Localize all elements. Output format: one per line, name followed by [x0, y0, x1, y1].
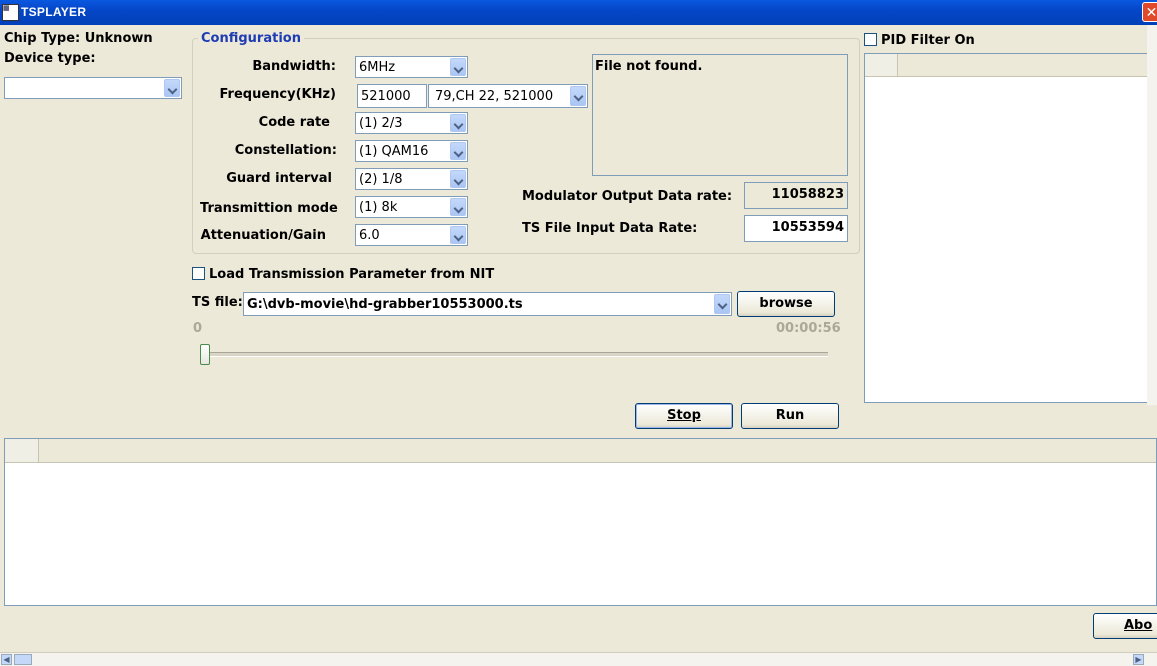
- device-type-select[interactable]: [4, 77, 182, 99]
- close-button[interactable]: ✕: [1142, 2, 1157, 22]
- bandwidth-select[interactable]: 6MHz: [355, 56, 468, 78]
- constellation-label: Constellation:: [234, 143, 337, 158]
- ts-file-value: G:\dvb-movie\hd-grabber10553000.ts: [247, 297, 523, 312]
- pid-list-header: [865, 54, 1156, 77]
- chip-type-label: Chip Type: Unknown: [4, 31, 153, 46]
- stop-button[interactable]: Stop: [635, 403, 733, 429]
- chevron-down-icon[interactable]: [570, 86, 586, 106]
- frequency-label: Frequency(KHz): [219, 87, 337, 102]
- attenuation-select[interactable]: 6.0: [355, 224, 468, 246]
- right-scrollbar[interactable]: [1147, 25, 1157, 405]
- guard-interval-label: Guard interval: [226, 171, 332, 186]
- pid-list-column-header[interactable]: [865, 54, 898, 77]
- about-button-label: Abo: [1124, 618, 1153, 633]
- scroll-thumb[interactable]: [14, 654, 32, 665]
- transmission-mode-label: Transmittion mode: [200, 201, 338, 216]
- code-rate-value: (1) 2/3: [359, 116, 403, 131]
- scroll-left-icon[interactable]: ◀: [1, 654, 12, 665]
- bandwidth-value: 6MHz: [359, 60, 396, 75]
- window-title: TSPLAYER: [21, 5, 87, 19]
- title-bar: ▦ TSPLAYER: [0, 0, 1157, 25]
- transmission-mode-select[interactable]: (1) 8k: [355, 196, 468, 218]
- progress-track[interactable]: [200, 352, 828, 357]
- pid-list[interactable]: [864, 53, 1157, 403]
- browse-button[interactable]: browse: [737, 291, 835, 317]
- ts-file-label: TS file:: [192, 295, 243, 310]
- ts-rate-label: TS File Input Data Rate:: [522, 221, 698, 236]
- chevron-down-icon[interactable]: [164, 79, 180, 97]
- modulator-rate-field: 11058823: [744, 182, 848, 209]
- frequency-value: 521000: [361, 89, 411, 104]
- frequency-input[interactable]: 521000: [357, 84, 427, 108]
- ts-rate-value: 10553594: [771, 220, 844, 235]
- guard-interval-value: (2) 1/8: [359, 172, 403, 187]
- attenuation-value: 6.0: [359, 228, 380, 243]
- status-message: File not found.: [595, 59, 703, 74]
- code-rate-label: Code rate: [258, 115, 330, 130]
- chevron-down-icon[interactable]: [450, 170, 466, 188]
- chevron-down-icon[interactable]: [450, 58, 466, 76]
- nit-checkbox[interactable]: [192, 267, 205, 280]
- device-type-label: Device type:: [4, 51, 96, 66]
- modulator-rate-value: 11058823: [771, 187, 844, 202]
- bandwidth-label: Bandwidth:: [252, 59, 336, 74]
- chevron-down-icon[interactable]: [450, 142, 466, 160]
- run-button[interactable]: Run: [741, 403, 839, 429]
- pid-filter-checkbox[interactable]: [864, 33, 877, 46]
- modulator-rate-label: Modulator Output Data rate:: [522, 189, 733, 204]
- channel-value: 79,CH 22, 521000: [435, 89, 554, 104]
- bottom-scrollbar[interactable]: ◀ ▶: [0, 652, 1157, 666]
- pid-filter-label: PID Filter On: [881, 33, 975, 48]
- code-rate-select[interactable]: (1) 2/3: [355, 112, 468, 134]
- log-list-column-header[interactable]: [5, 439, 39, 463]
- attenuation-label: Attenuation/Gain: [200, 228, 326, 243]
- scroll-right-icon[interactable]: ▶: [1133, 654, 1144, 665]
- log-list[interactable]: [4, 438, 1157, 606]
- ts-file-select[interactable]: G:\dvb-movie\hd-grabber10553000.ts: [243, 292, 732, 316]
- chevron-down-icon[interactable]: [450, 198, 466, 216]
- about-button[interactable]: Abo: [1093, 613, 1157, 639]
- ts-rate-input[interactable]: 10553594: [744, 215, 848, 242]
- app-icon: ▦: [2, 4, 19, 21]
- chevron-down-icon[interactable]: [714, 294, 730, 314]
- progress-slider-thumb[interactable]: [200, 344, 210, 365]
- chevron-down-icon[interactable]: [450, 114, 466, 132]
- stop-button-label: Stop: [667, 408, 701, 423]
- log-list-header: [5, 439, 1156, 463]
- progress-start-label: 0: [193, 321, 203, 336]
- guard-interval-select[interactable]: (2) 1/8: [355, 168, 468, 190]
- channel-select[interactable]: 79,CH 22, 521000: [428, 84, 588, 108]
- chevron-down-icon[interactable]: [450, 226, 466, 244]
- progress-end-label: 00:00:56: [776, 321, 841, 336]
- transmission-mode-value: (1) 8k: [359, 200, 398, 215]
- constellation-select[interactable]: (1) QAM16: [355, 140, 468, 162]
- configuration-title: Configuration: [198, 31, 304, 46]
- nit-label: Load Transmission Parameter from NIT: [209, 267, 495, 282]
- status-message-box: File not found.: [592, 54, 848, 176]
- constellation-value: (1) QAM16: [359, 144, 429, 159]
